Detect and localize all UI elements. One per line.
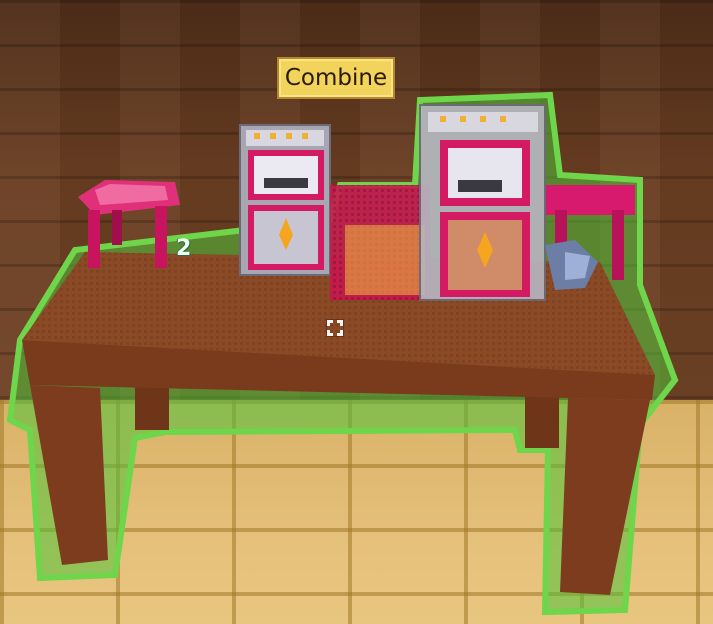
- game-scene: Combine 2: [0, 0, 713, 624]
- large-oven-appliance[interactable]: [419, 104, 546, 301]
- crosshair-icon: [326, 319, 344, 337]
- stack-count-label: 2: [176, 236, 192, 261]
- oven-appliance[interactable]: [239, 124, 331, 276]
- combine-tooltip: Combine: [277, 57, 395, 99]
